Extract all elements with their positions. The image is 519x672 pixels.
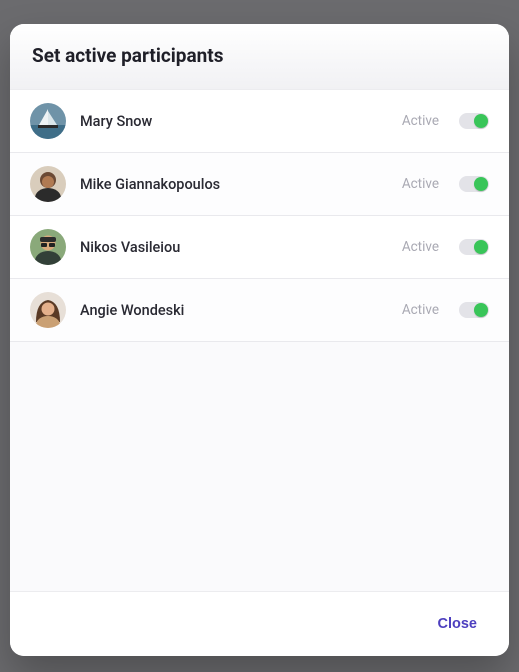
toggle-knob: [474, 177, 488, 191]
modal-header: Set active participants: [10, 24, 509, 90]
participant-row: Nikos Vasileiou Active: [10, 216, 509, 279]
avatar: [30, 292, 66, 328]
participant-row: Mary Snow Active: [10, 90, 509, 153]
close-button[interactable]: Close: [428, 610, 488, 638]
avatar: [30, 229, 66, 265]
participant-status: Active: [402, 176, 439, 192]
active-toggle[interactable]: [459, 176, 489, 192]
participant-name: Angie Wondeski: [80, 302, 388, 319]
participant-row: Mike Giannakopoulos Active: [10, 153, 509, 216]
participant-name: Mary Snow: [80, 113, 388, 130]
toggle-knob: [474, 114, 488, 128]
modal-footer: Close: [10, 591, 509, 656]
participant-status: Active: [402, 239, 439, 255]
active-toggle[interactable]: [459, 239, 489, 255]
toggle-knob: [474, 303, 488, 317]
toggle-knob: [474, 240, 488, 254]
active-toggle[interactable]: [459, 302, 489, 318]
avatar: [30, 166, 66, 202]
avatar: [30, 103, 66, 139]
modal-title: Set active participants: [32, 44, 487, 67]
participant-status: Active: [402, 302, 439, 318]
participant-name: Nikos Vasileiou: [80, 239, 388, 256]
participant-list: Mary Snow Active Mike Giannakopoulos Active…: [10, 90, 509, 591]
participants-modal: Set active participants Mary SnowActiveM…: [10, 24, 509, 656]
participant-status: Active: [402, 113, 439, 129]
participant-name: Mike Giannakopoulos: [80, 176, 388, 193]
participant-row: Angie Wondeski Active: [10, 279, 509, 342]
active-toggle[interactable]: [459, 113, 489, 129]
